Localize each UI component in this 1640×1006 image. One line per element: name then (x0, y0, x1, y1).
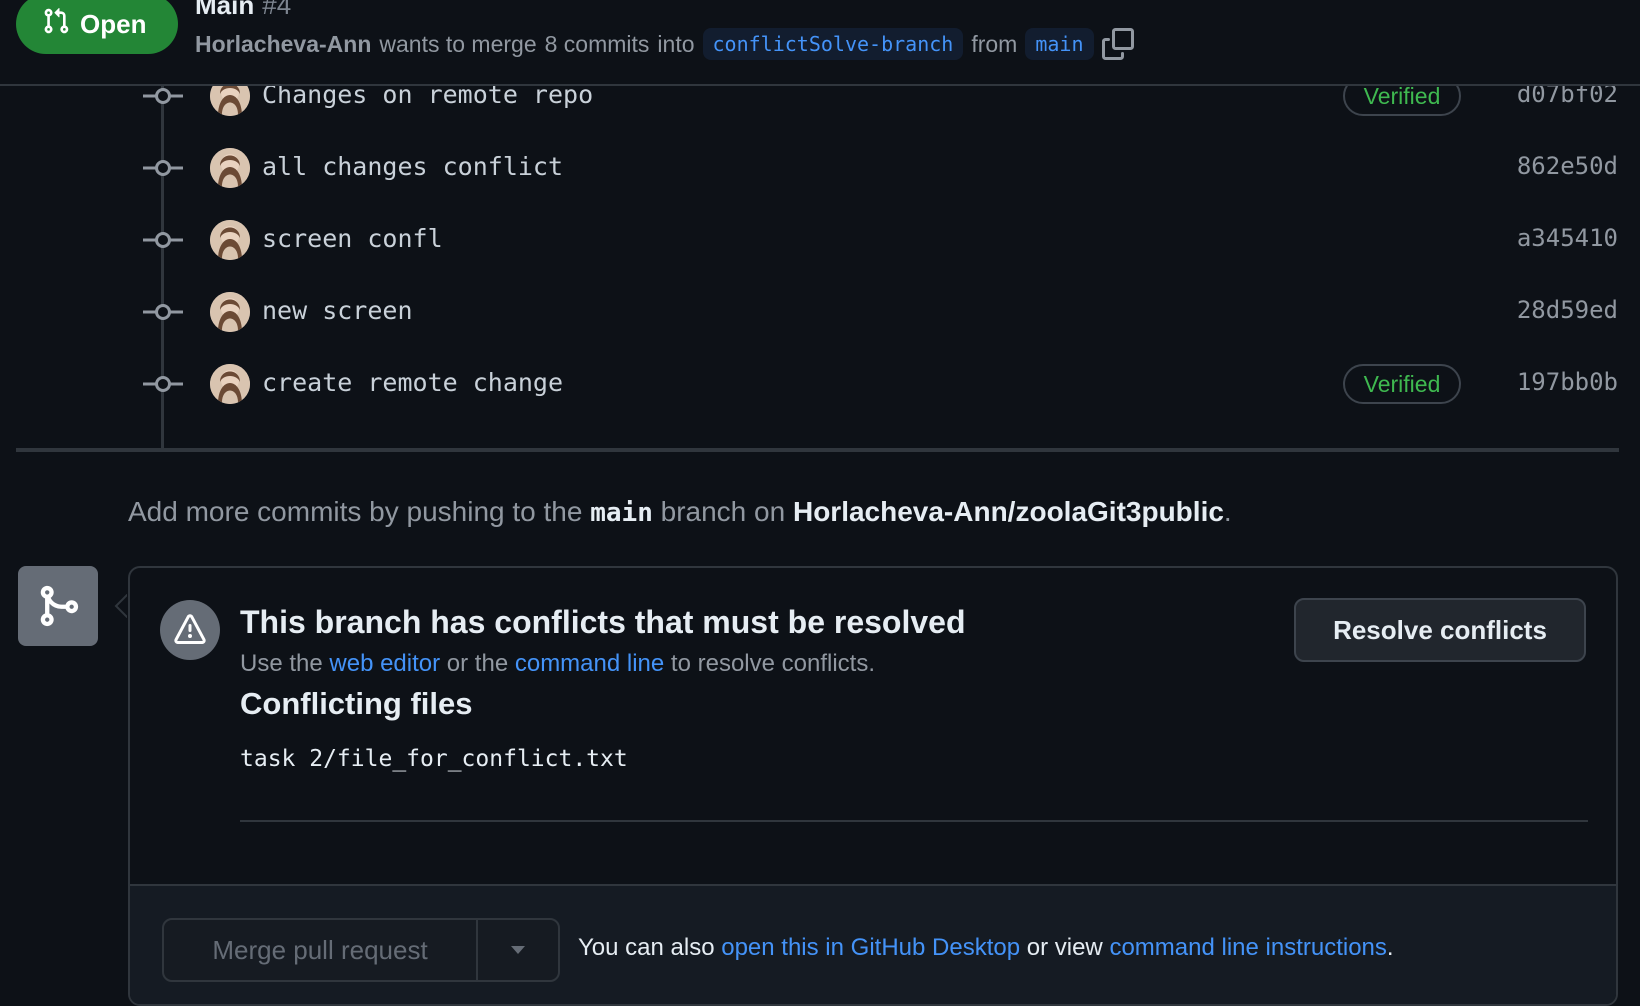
push-hint-middle: branch on (660, 496, 786, 527)
from-text: from (971, 30, 1018, 57)
pr-title: Main #4 (195, 0, 291, 21)
git-pull-request-icon (42, 7, 70, 42)
verified-badge[interactable]: Verified (1343, 364, 1461, 404)
merge-box-pointer (114, 594, 128, 618)
footer-suffix: . (1386, 934, 1394, 961)
merge-footer: Merge pull request You can also open thi… (130, 884, 1616, 1004)
commit-row: screen confl a345410 (0, 210, 1640, 270)
command-line-link[interactable]: command line (515, 650, 664, 677)
merge-box: This branch has conflicts that must be r… (128, 566, 1618, 1006)
push-hint-prefix: Add more commits by pushing to the (128, 496, 583, 527)
pr-author-link[interactable]: Horlacheva-Ann (195, 31, 371, 58)
timeline-divider (16, 448, 1619, 452)
head-branch-tag[interactable]: main (1025, 28, 1094, 60)
git-merge-icon (18, 566, 98, 646)
footer-prefix: You can also (578, 934, 715, 961)
commit-node-icon (143, 86, 183, 106)
commit-row: new screen 28d59ed (0, 282, 1640, 342)
alert-icon (160, 600, 220, 660)
command-line-instructions-link[interactable]: command line instructions (1109, 934, 1386, 961)
commit-count: 8 commits (544, 30, 650, 57)
conflict-subtitle: Use the web editor or the command line t… (240, 650, 875, 678)
push-hint-suffix: . (1223, 496, 1232, 527)
commit-sha-link[interactable]: a345410 (1517, 224, 1618, 252)
resolve-conflicts-button[interactable]: Resolve conflicts (1294, 598, 1586, 662)
merge-button-group: Merge pull request (162, 918, 560, 982)
commit-node-icon (143, 302, 183, 322)
conflicting-file: task 2/file_for_conflict.txt (240, 746, 628, 772)
commit-sha-link[interactable]: 28d59ed (1517, 296, 1618, 324)
commit-node-icon (143, 374, 183, 394)
merge-text-1: wants to merge (379, 30, 537, 57)
commit-message-link[interactable]: all changes conflict (262, 152, 563, 181)
push-hint-repo: Horlacheva-Ann/zoolaGit3public (792, 496, 1224, 527)
push-hint-branch: main (590, 498, 653, 528)
commit-node-icon (143, 230, 183, 250)
pr-meta: Horlacheva-Ann wants to merge 8 commits … (195, 26, 1134, 62)
merge-method-dropdown[interactable] (478, 920, 558, 980)
avatar[interactable] (210, 364, 250, 404)
conflict-title: This branch has conflicts that must be r… (240, 604, 966, 640)
github-desktop-link[interactable]: open this in GitHub Desktop (721, 934, 1020, 961)
push-hint: Add more commits by pushing to the main … (128, 496, 1232, 528)
commit-sha-link[interactable]: 197bb0b (1517, 368, 1618, 396)
commit-row: create remote change Verified 197bb0b (0, 354, 1640, 414)
pr-number: #4 (262, 0, 292, 20)
commit-sha-link[interactable]: 862e50d (1517, 152, 1618, 180)
commit-message-link[interactable]: create remote change (262, 368, 563, 397)
conflict-sub-suffix: to resolve conflicts. (670, 650, 876, 677)
conflict-sub-prefix: Use the (240, 650, 323, 677)
pr-header: Open Main #4 Horlacheva-Ann wants to merg… (0, 0, 1640, 86)
files-divider (240, 820, 1588, 822)
avatar[interactable] (210, 220, 250, 260)
base-branch-tag[interactable]: conflictSolve-branch (702, 28, 964, 60)
commit-row: all changes conflict 862e50d (0, 138, 1640, 198)
copy-icon[interactable] (1101, 28, 1134, 60)
pr-title-text: Main (195, 0, 255, 20)
conflicting-files-heading: Conflicting files (240, 686, 473, 721)
commit-message-link[interactable]: new screen (262, 296, 413, 325)
footer-middle: or view (1026, 934, 1103, 961)
commit-node-icon (143, 158, 183, 178)
triangle-down-icon (511, 946, 525, 954)
avatar[interactable] (210, 148, 250, 188)
merge-pull-request-button[interactable]: Merge pull request (164, 920, 478, 980)
avatar[interactable] (210, 292, 250, 332)
merge-footer-text: You can also open this in GitHub Desktop… (578, 934, 1394, 962)
commit-message-link[interactable]: screen confl (262, 224, 443, 253)
web-editor-link[interactable]: web editor (329, 650, 440, 677)
pr-state-badge: Open (16, 0, 178, 54)
conflict-sub-middle: or the (446, 650, 509, 677)
merge-text-2: into (657, 30, 695, 57)
pr-state-label: Open (80, 8, 147, 39)
